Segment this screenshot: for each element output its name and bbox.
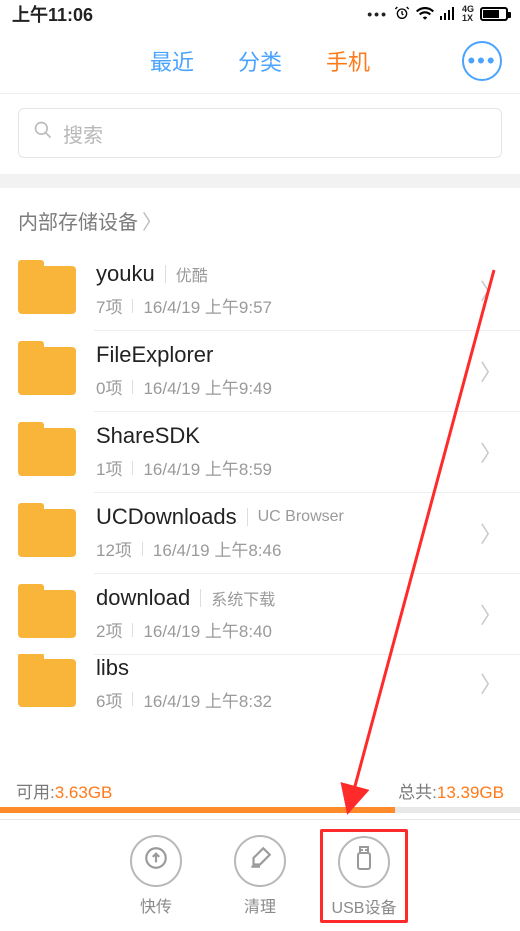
storage-progress [0, 807, 520, 813]
folder-name: ShareSDK [96, 423, 200, 449]
storage-bar: 可用:3.63GB 总共:13.39GB [0, 772, 520, 813]
section-gap [0, 174, 520, 188]
clean-label: 清理 [244, 893, 276, 917]
chevron-right-icon: 〉 [472, 355, 502, 387]
divider [132, 692, 133, 706]
folder-date: 16/4/19 上午8:32 [143, 687, 272, 712]
usb-label: USB设备 [332, 894, 397, 918]
storage-total: 总共:13.39GB [398, 778, 504, 803]
folder-row[interactable]: ShareSDK 1项 16/4/19 上午8:59 〉 [0, 411, 520, 492]
folder-tag: 优酷 [176, 262, 208, 286]
folder-icon [18, 428, 76, 476]
upload-icon [143, 845, 169, 876]
signal-icon [440, 6, 456, 23]
folder-row[interactable]: FileExplorer 0项 16/4/19 上午9:49 〉 [0, 330, 520, 411]
clean-button[interactable]: 清理 [216, 835, 304, 917]
status-time: 上午11:06 [12, 1, 93, 27]
divider [132, 461, 133, 475]
more-icon: ••• [467, 48, 496, 74]
fast-transfer-button[interactable]: 快传 [112, 835, 200, 917]
brush-icon [247, 845, 273, 876]
divider [132, 623, 133, 637]
folder-row[interactable]: libs 6项 16/4/19 上午8:32 〉 [0, 654, 520, 712]
folder-icon [18, 509, 76, 557]
folder-icon [18, 659, 76, 707]
chevron-right-icon: 〉 [472, 436, 502, 468]
divider [132, 380, 133, 394]
folder-date: 16/4/19 上午9:57 [143, 293, 272, 318]
section-title: 内部存储设备 [18, 206, 138, 235]
search-placeholder: 搜索 [63, 119, 103, 148]
network-4g-icon: 4G1X [462, 5, 474, 23]
folder-count: 2项 [96, 617, 122, 642]
folder-name: libs [96, 655, 129, 681]
folder-name: youku [96, 261, 155, 287]
usb-icon [352, 845, 376, 878]
divider [142, 542, 143, 556]
folder-date: 16/4/19 上午8:46 [153, 536, 282, 561]
folder-count: 1项 [96, 455, 122, 480]
folder-date: 16/4/19 上午8:59 [143, 455, 272, 480]
chevron-right-icon: 〉 [472, 667, 502, 699]
folder-row[interactable]: UCDownloads UC Browser 12项 16/4/19 上午8:4… [0, 492, 520, 573]
folder-list: youku 优酷 7项 16/4/19 上午9:57 〉 FileExplore… [0, 249, 520, 712]
folder-date: 16/4/19 上午8:40 [143, 617, 272, 642]
wifi-icon [416, 6, 434, 23]
folder-icon [18, 266, 76, 314]
cellular-dots-icon: ••• [367, 6, 388, 22]
battery-icon [480, 7, 508, 21]
folder-name: FileExplorer [96, 342, 213, 368]
folder-name: UCDownloads [96, 504, 237, 530]
status-bar: 上午11:06 ••• 4G1X [0, 0, 520, 28]
folder-count: 12项 [96, 536, 132, 561]
divider [132, 299, 133, 313]
folder-name: download [96, 585, 190, 611]
folder-tag: 系统下载 [211, 586, 275, 610]
bottom-bar: 快传 清理 USB设备 [0, 819, 520, 931]
folder-row[interactable]: download 系统下载 2项 16/4/19 上午8:40 〉 [0, 573, 520, 654]
more-button[interactable]: ••• [462, 41, 502, 81]
folder-row[interactable]: youku 优酷 7项 16/4/19 上午9:57 〉 [0, 249, 520, 330]
chevron-right-icon: 〉 [142, 206, 162, 235]
status-right: ••• 4G1X [367, 5, 508, 24]
folder-count: 6项 [96, 687, 122, 712]
divider [247, 508, 248, 526]
folder-count: 0项 [96, 374, 122, 399]
chevron-right-icon: 〉 [472, 598, 502, 630]
divider [200, 589, 201, 607]
search-input[interactable]: 搜索 [18, 108, 502, 158]
usb-button[interactable]: USB设备 [320, 829, 408, 923]
fast-label: 快传 [140, 893, 172, 917]
tab-recent[interactable]: 最近 [150, 45, 194, 77]
top-nav: 最近 分类 手机 ••• [0, 28, 520, 94]
tab-category[interactable]: 分类 [238, 45, 282, 77]
chevron-right-icon: 〉 [472, 274, 502, 306]
alarm-icon [394, 5, 410, 24]
storage-avail: 可用:3.63GB [16, 778, 112, 803]
folder-tag: UC Browser [258, 508, 344, 526]
search-wrap: 搜索 [0, 94, 520, 174]
storage-section-header[interactable]: 内部存储设备 〉 [0, 188, 520, 249]
divider [165, 265, 166, 283]
search-icon [33, 120, 53, 146]
tab-phone[interactable]: 手机 [326, 45, 370, 77]
folder-count: 7项 [96, 293, 122, 318]
folder-date: 16/4/19 上午9:49 [143, 374, 272, 399]
chevron-right-icon: 〉 [472, 517, 502, 549]
folder-icon [18, 347, 76, 395]
folder-icon [18, 590, 76, 638]
